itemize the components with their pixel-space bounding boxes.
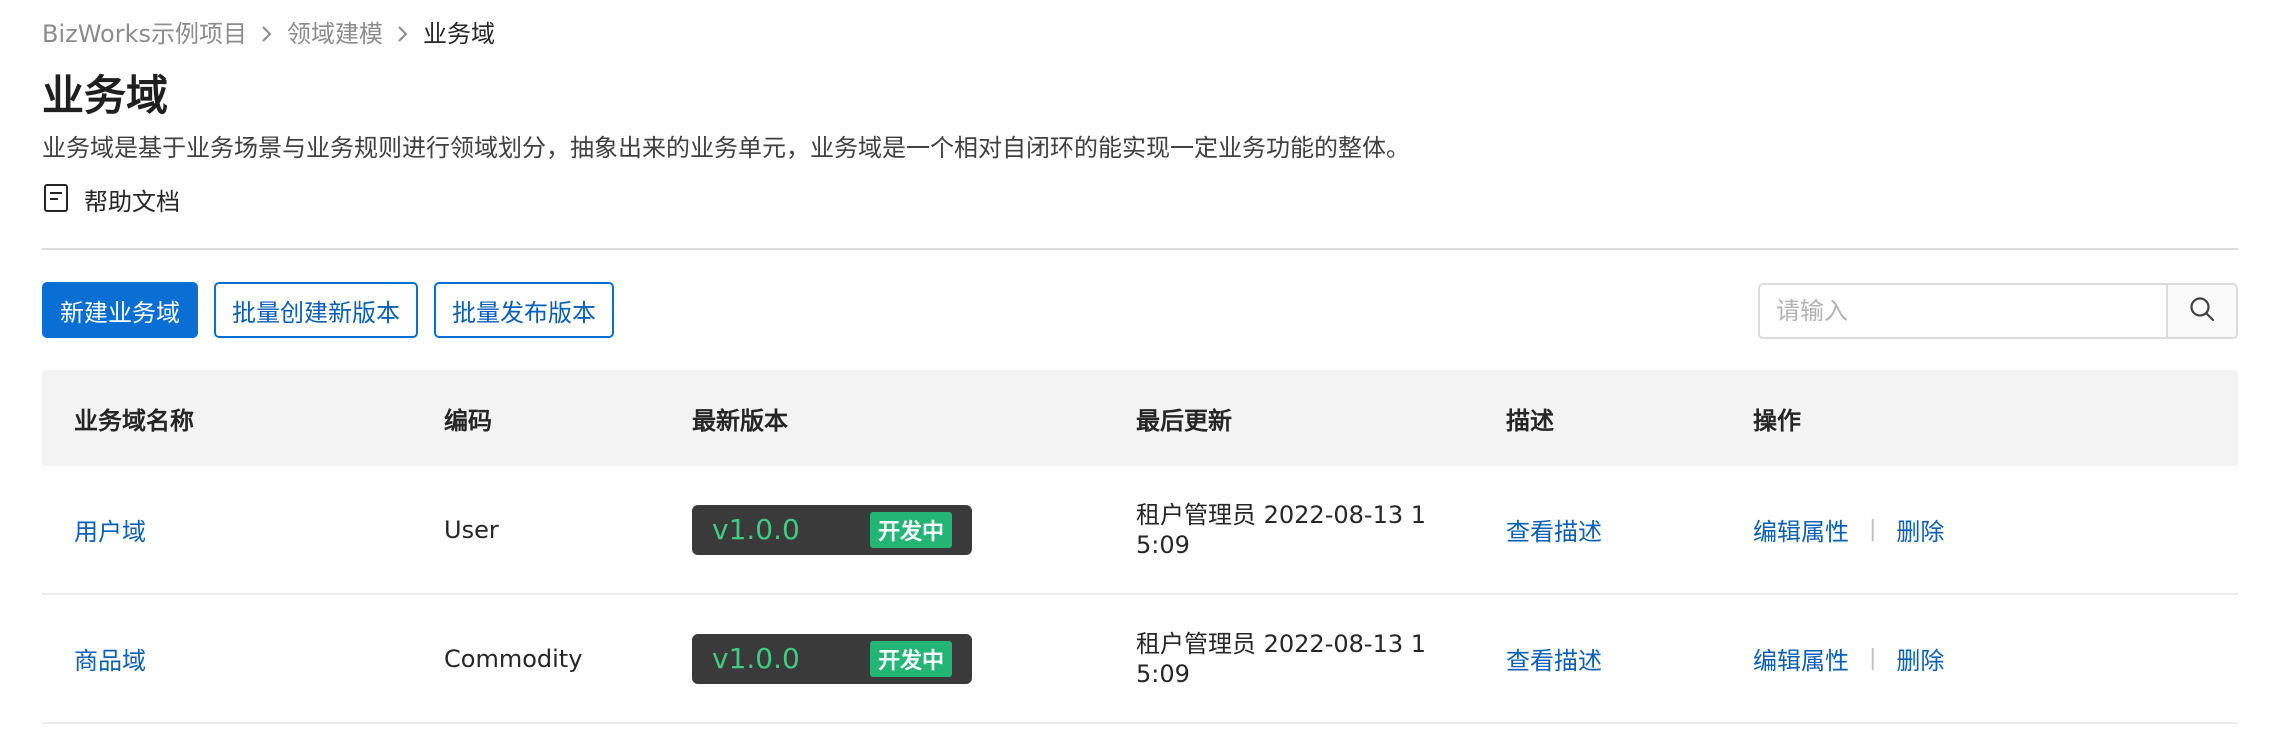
divider xyxy=(42,248,2238,250)
action-separator: | xyxy=(1869,646,1877,671)
breadcrumb-current: 业务域 xyxy=(423,20,496,48)
version-number: v1.0.0 xyxy=(712,513,800,546)
column-header-actions: 操作 xyxy=(1753,406,1801,435)
column-header-code: 编码 xyxy=(444,406,492,435)
domain-name-link[interactable]: 用户域 xyxy=(74,518,146,546)
breadcrumb-project[interactable]: BizWorks示例项目 xyxy=(42,18,247,50)
view-description-link[interactable]: 查看描述 xyxy=(1506,518,1602,546)
batch-create-version-button[interactable]: 批量创建新版本 xyxy=(214,282,418,338)
help-docs-link[interactable]: 帮助文档 xyxy=(42,182,180,222)
last-updated: 租户管理员 2022-08-13 15:09 xyxy=(1136,500,1427,559)
domain-code: User xyxy=(444,515,499,544)
toolbar: 新建业务域 批量创建新版本 批量发布版本 xyxy=(42,282,614,338)
domain-code: Commodity xyxy=(444,644,583,673)
last-updated: 租户管理员 2022-08-13 15:09 xyxy=(1136,629,1427,688)
view-description-link[interactable]: 查看描述 xyxy=(1506,647,1602,675)
batch-publish-version-button[interactable]: 批量发布版本 xyxy=(434,282,614,338)
search-input[interactable] xyxy=(1760,285,2166,337)
search-button[interactable] xyxy=(2166,285,2236,337)
table-row: 商品域 Commodity v1.0.0 开发中 租户管理员 2022-08-1… xyxy=(42,595,2238,724)
page-title: 业务域 xyxy=(42,71,169,120)
status-badge: 开发中 xyxy=(869,511,952,548)
breadcrumb-domain-modeling[interactable]: 领域建模 xyxy=(287,18,383,50)
chevron-right-icon xyxy=(383,24,423,44)
document-icon xyxy=(42,182,84,222)
domain-name-link[interactable]: 商品域 xyxy=(74,647,146,675)
delete-link[interactable]: 删除 xyxy=(1896,512,1944,547)
edit-properties-link[interactable]: 编辑属性 xyxy=(1753,641,1849,676)
version-badge: v1.0.0 开发中 xyxy=(692,633,972,684)
column-header-updated: 最后更新 xyxy=(1136,406,1232,435)
table-header: 业务域名称 编码 最新版本 最后更新 描述 操作 xyxy=(42,370,2238,466)
table-row: 用户域 User v1.0.0 开发中 租户管理员 2022-08-13 15:… xyxy=(42,466,2238,595)
page-description: 业务域是基于业务场景与业务规则进行领域划分，抽象出来的业务单元，业务域是一个相对… xyxy=(42,134,1410,162)
status-badge: 开发中 xyxy=(869,640,952,677)
chevron-right-icon xyxy=(247,24,287,44)
edit-properties-link[interactable]: 编辑属性 xyxy=(1753,512,1849,547)
breadcrumb: BizWorks示例项目 领域建模 业务域 xyxy=(42,18,495,50)
new-domain-button[interactable]: 新建业务域 xyxy=(42,282,198,338)
action-separator: | xyxy=(1869,517,1877,542)
column-header-description: 描述 xyxy=(1506,406,1554,435)
delete-link[interactable]: 删除 xyxy=(1896,641,1944,676)
version-badge: v1.0.0 开发中 xyxy=(692,504,972,555)
help-docs-label: 帮助文档 xyxy=(84,188,180,216)
search-icon xyxy=(2188,295,2216,327)
search-box xyxy=(1758,283,2238,339)
column-header-name: 业务域名称 xyxy=(74,406,194,435)
domain-table: 业务域名称 编码 最新版本 最后更新 描述 操作 用户域 User v1.0.0… xyxy=(42,370,2238,724)
version-number: v1.0.0 xyxy=(712,642,800,675)
column-header-version: 最新版本 xyxy=(692,406,788,435)
